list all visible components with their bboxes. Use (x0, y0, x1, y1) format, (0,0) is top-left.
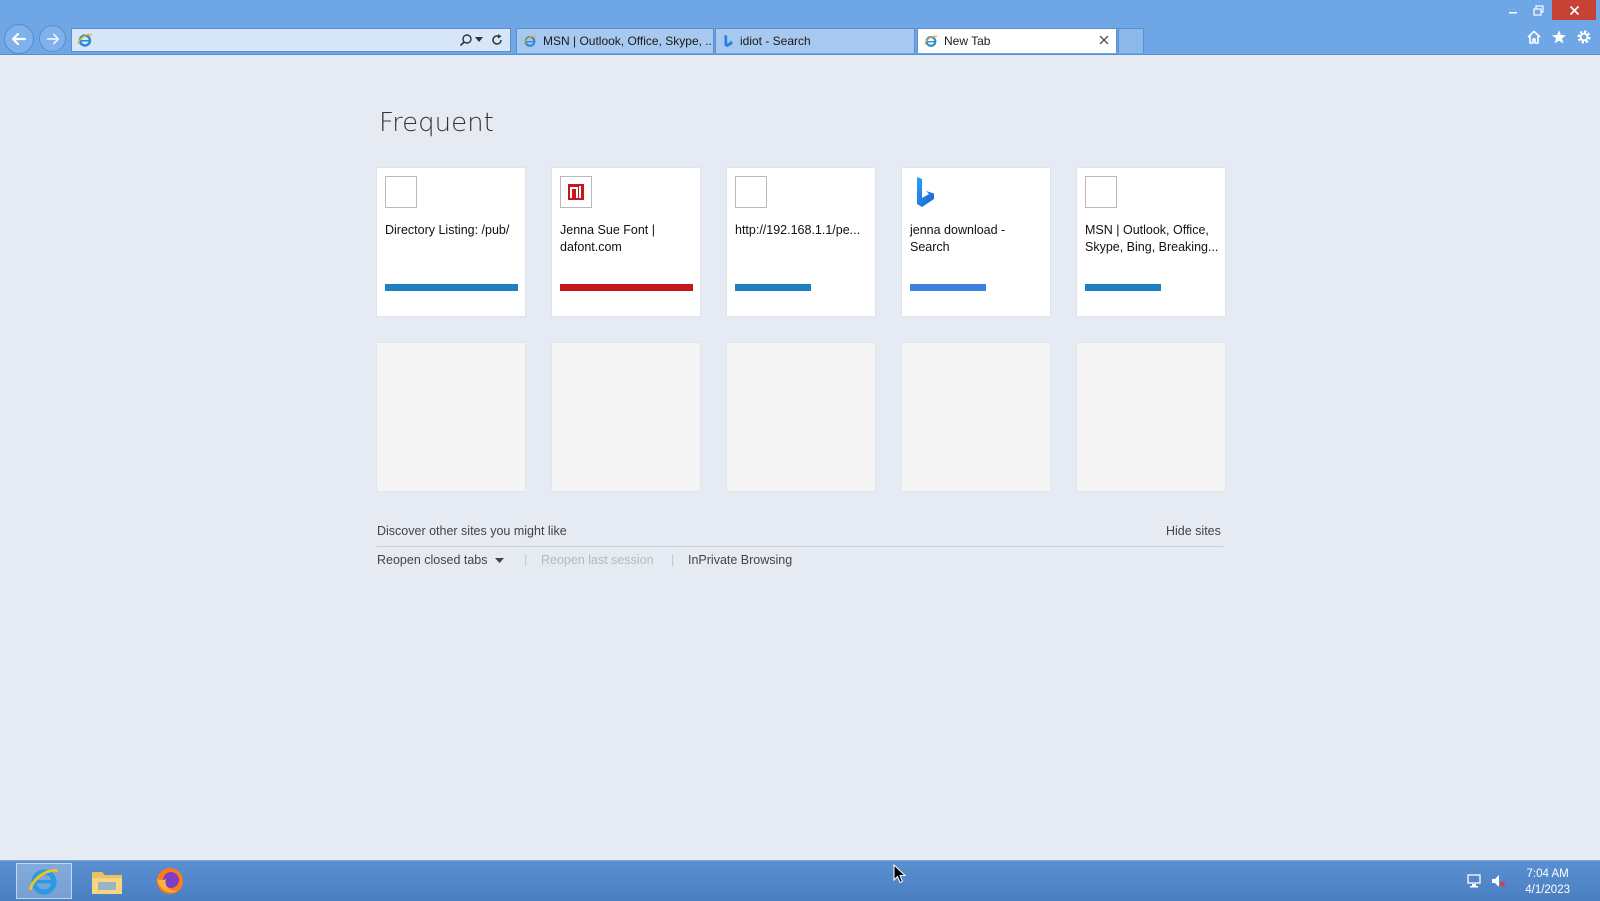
tile-title: Directory Listing: /pub/ (385, 223, 510, 237)
ie-icon (77, 33, 93, 47)
minimize-button[interactable] (1500, 0, 1526, 20)
firefox-icon (157, 868, 183, 894)
separator: | (524, 553, 528, 567)
home-icon[interactable] (1526, 29, 1542, 45)
reopen-last-session-link: Reopen last session (541, 553, 654, 567)
frequent-tile-directory-listing[interactable]: Directory Listing: /pub/ (377, 168, 525, 316)
taskbar: 7:04 AM 4/1/2023 (0, 860, 1600, 901)
network-icon[interactable] (1466, 873, 1482, 889)
new-tab-button[interactable] (1118, 28, 1144, 53)
blank-favicon-icon (735, 176, 767, 208)
separator: | (671, 553, 675, 567)
gear-icon[interactable] (1576, 29, 1592, 45)
restore-icon (1532, 4, 1544, 16)
back-arrow-icon (11, 32, 27, 46)
tab-label: idiot - Search (740, 34, 811, 48)
empty-tile (377, 343, 525, 491)
back-button[interactable] (4, 24, 34, 54)
tab-idiot-search[interactable]: idiot - Search (715, 28, 915, 53)
star-icon[interactable] (1551, 29, 1567, 45)
empty-tile (902, 343, 1050, 491)
empty-tile (1077, 343, 1225, 491)
tile-title: http://192.168.1.1/pe... (735, 223, 861, 237)
taskbar-file-explorer[interactable] (79, 863, 135, 899)
dafont-logo-icon (560, 176, 592, 208)
empty-tile (552, 343, 700, 491)
close-icon (1569, 5, 1579, 15)
system-clock[interactable]: 7:04 AM 4/1/2023 (1525, 866, 1570, 898)
ie-icon (523, 35, 537, 47)
frequent-tile-router-page[interactable]: http://192.168.1.1/pe... (727, 168, 875, 316)
empty-tile (727, 343, 875, 491)
reopen-closed-tabs-button[interactable]: Reopen closed tabs (377, 553, 504, 567)
discover-sites-link[interactable]: Discover other sites you might like (377, 524, 567, 538)
browser-chrome: MSN | Outlook, Office, Skype, ... idiot … (0, 0, 1600, 55)
ie-icon (924, 35, 938, 47)
minimize-icon (1509, 12, 1517, 14)
window-close-button[interactable] (1552, 0, 1596, 20)
search-icon[interactable] (459, 33, 473, 47)
bing-logo-icon (910, 176, 942, 208)
tile-accent-bar (735, 284, 811, 291)
hide-sites-link[interactable]: Hide sites (1166, 524, 1221, 538)
restore-button[interactable] (1525, 0, 1551, 20)
taskbar-firefox[interactable] (142, 863, 198, 899)
taskbar-internet-explorer[interactable] (16, 863, 72, 899)
blank-favicon-icon (385, 176, 417, 208)
tab-msn[interactable]: MSN | Outlook, Office, Skype, ... (516, 28, 714, 53)
volume-muted-icon[interactable] (1490, 873, 1506, 889)
tile-accent-bar (1085, 284, 1161, 291)
forward-arrow-icon (46, 33, 59, 44)
address-bar[interactable] (71, 28, 511, 52)
divider (377, 546, 1223, 547)
frequent-tile-jenna-download-search[interactable]: jenna download - Search (902, 168, 1050, 316)
tile-accent-bar (560, 284, 693, 291)
chevron-down-icon[interactable] (475, 37, 483, 43)
clock-time: 7:04 AM (1526, 868, 1569, 880)
blank-favicon-icon (1085, 176, 1117, 208)
tab-label: MSN | Outlook, Office, Skype, ... (543, 34, 713, 48)
clock-date: 4/1/2023 (1525, 884, 1570, 896)
address-input[interactable] (96, 30, 430, 52)
tile-title: Jenna Sue Font | dafont.com (560, 223, 655, 254)
close-icon[interactable] (1098, 34, 1110, 46)
frequent-tile-jenna-sue-font[interactable]: Jenna Sue Font | dafont.com (552, 168, 700, 316)
forward-button[interactable] (39, 25, 66, 52)
inprivate-browsing-link[interactable]: InPrivate Browsing (688, 553, 792, 567)
internet-explorer-icon (28, 868, 59, 895)
bing-icon (724, 34, 733, 48)
tile-accent-bar (385, 284, 518, 291)
tile-title: MSN | Outlook, Office, Skype, Bing, Brea… (1085, 223, 1219, 254)
tile-accent-bar (910, 284, 986, 291)
tab-label: New Tab (944, 34, 991, 48)
reopen-closed-tabs-label: Reopen closed tabs (377, 553, 488, 567)
refresh-icon[interactable] (490, 33, 504, 47)
tab-new-tab[interactable]: New Tab (917, 28, 1117, 53)
folder-icon (92, 872, 122, 894)
mouse-cursor-icon (893, 864, 907, 884)
frequent-tile-msn[interactable]: MSN | Outlook, Office, Skype, Bing, Brea… (1077, 168, 1225, 316)
tile-title: jenna download - Search (910, 223, 1006, 254)
page-title: Frequent (379, 108, 494, 138)
chevron-down-icon (494, 557, 504, 563)
